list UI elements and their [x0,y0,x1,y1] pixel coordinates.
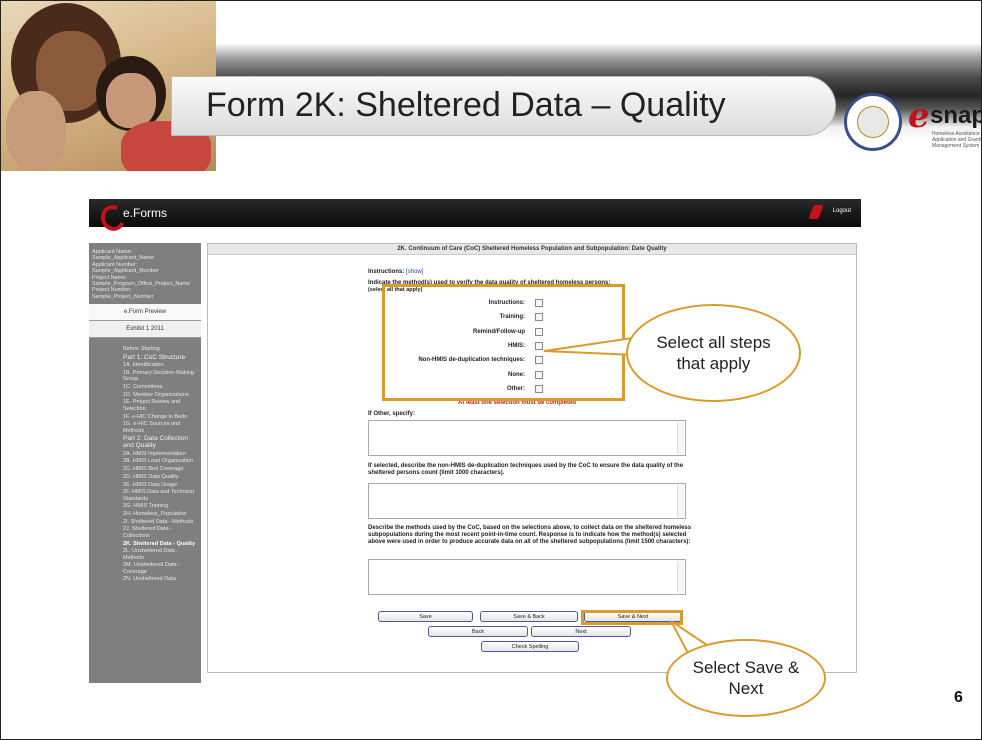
sidebar-nav-item[interactable]: 2D. HMIS Data Quality [123,474,197,480]
sidebar-nav-item[interactable]: 2K. Sheltered Data - Quality [123,541,197,547]
sidebar-nav-item[interactable]: Part 2: Data Collection and Quality [123,435,197,449]
eforms-app: e.Forms Logout Applicant Name: Sample_App… [89,199,861,683]
sidebar-nav-item[interactable]: 2A. HMIS Implementation [123,451,197,457]
sidebar-nav-item[interactable]: 1E. Project Review and Selection [123,399,197,412]
sidebar-nav-item[interactable]: 2L. Unsheltered Data - Methods [123,548,197,561]
tab-exhibit-1[interactable]: Exhibit 1 2011 [89,321,201,339]
logout-link[interactable]: Logout [833,208,851,214]
dedup-label: If selected, describe the non-HMIS de-du… [368,463,684,476]
callout-select-all-text: Select all steps that apply [656,333,771,373]
methods-label: Describe the methods used by the CoC, ba… [368,525,692,545]
sidebar-nav-item[interactable]: 2C. HMIS Bed Coverage [123,466,197,472]
save-back-button[interactable]: Save & Back [480,611,578,622]
sidebar-nav-item[interactable]: Part 1: CoC Structure [123,354,197,361]
sidebar-nav-item[interactable]: 1C. Committees [123,384,197,390]
callout-select-all: Select all steps that apply [626,304,801,402]
check-spelling-button[interactable]: Check Spelling [481,641,579,652]
sidebar-nav-item[interactable]: 1A. Identification [123,362,197,368]
logo-tagline: Homeless Assistance Application and Gran… [932,131,982,149]
sidebar-nav-item[interactable]: 2M. Unsheltered Data - Coverage [123,562,197,575]
logo-text: snaps [930,102,981,129]
sidebar-nav-item[interactable]: 2G. HMIS Training [123,503,197,509]
sidebar-nav-item[interactable]: 2E. HMIS Data Usage [123,482,197,488]
sidebar-nav: Before Starting Part 1: CoC Structure 1A. … [89,338,201,583]
other-specify-label: If Other, specify: [368,411,416,417]
applicant-info-line: Sample_Project_Number [92,293,154,300]
sidebar: Applicant Name: Sample_Applicant_Name Appl… [89,243,201,683]
next-button[interactable]: Next [531,626,631,637]
callout-save-next-text: Select Save & Next [692,658,800,698]
sidebar-nav-item[interactable]: 2N. Unsheltered Data [123,576,197,582]
dedup-textarea[interactable] [368,483,686,519]
app-topbar: e.Forms Logout [89,199,861,227]
back-button[interactable]: Back [428,626,528,637]
app-brand: e.Forms [123,206,168,220]
instructions-show-link[interactable]: [show] [406,269,423,275]
sidebar-nav-item[interactable]: 2H. Homeless_Population [123,511,197,517]
hud-seal-logo [844,93,902,151]
callout-save-next: Select Save & Next [666,639,826,717]
methods-textarea[interactable] [368,559,686,595]
instructions-label: Instructions: [368,269,405,275]
eforms-logo-icon [99,203,121,225]
form-header: 2K. Continuum of Care (CoC) Sheltered Ho… [208,244,856,255]
slide-number: 6 [954,689,963,706]
tab-eform-preview[interactable]: e.Form Preview [89,304,201,322]
logout-icon[interactable] [808,205,824,219]
other-specify-textarea[interactable] [368,420,686,456]
slide: Form 2K: Sheltered Data – Quality e snap… [0,0,982,740]
sidebar-nav-item[interactable]: 2J. Sheltered Data - Collections [123,526,197,539]
sidebar-nav-item[interactable]: 2F. HMIS Data and Technical Standards [123,489,197,502]
applicant-info: Applicant Name: Sample_Applicant_Name Appl… [89,243,201,304]
sidebar-nav-item[interactable]: 1B. Primary Decision-Making Group [123,370,197,383]
sidebar-nav-item[interactable]: 1D. Member Organizations [123,392,197,398]
sidebar-nav-item[interactable]: 1G. e-HIC Sources and Methods [123,421,197,434]
esnaps-logo: e snaps Homeless Assistance Application … [908,99,981,149]
sidebar-nav-item[interactable]: 2I. Sheltered Data - Methods [123,519,197,525]
save-button[interactable]: Save [378,611,473,622]
sidebar-nav-item[interactable]: 1F. e-HIC Change in Beds [123,414,197,420]
sidebar-nav-item[interactable]: Before Starting [123,346,197,352]
slide-title: Form 2K: Sheltered Data – Quality [206,86,726,124]
instructions-row: Instructions: [show] [368,269,423,276]
sidebar-nav-item[interactable]: 2B. HMIS Lead Organization [123,458,197,464]
